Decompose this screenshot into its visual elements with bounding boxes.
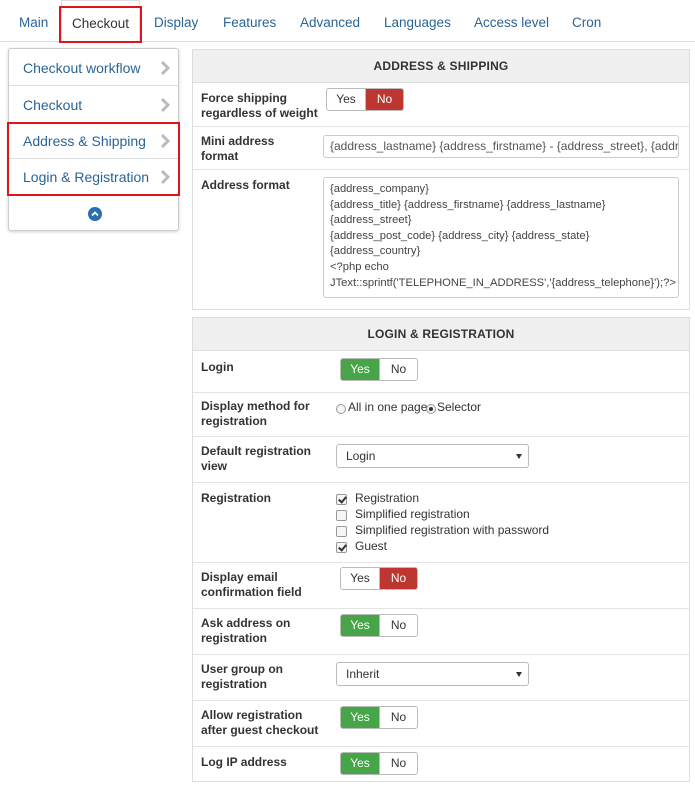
tab-features[interactable]: Features <box>223 0 276 42</box>
registration-row: Registration Registration Simplified reg… <box>193 482 689 562</box>
default-view-select[interactable]: Login <box>336 444 529 468</box>
registration-label: Registration <box>201 491 272 505</box>
tab-checkout[interactable]: Checkout <box>59 0 142 43</box>
checkbox-label: Simplified registration <box>355 507 470 521</box>
allow-after-guest-row: Allow registration after guest checkout … <box>193 700 689 746</box>
address-format-row: Address format {address_company} {addres… <box>193 169 689 309</box>
checkbox-label: Registration <box>355 491 420 505</box>
ask-address-toggle[interactable]: Yes No <box>340 614 418 637</box>
sidebar-item-checkout-workflow[interactable]: Checkout workflow <box>9 50 178 86</box>
tab-languages[interactable]: Languages <box>384 0 451 42</box>
tab-advanced[interactable]: Advanced <box>300 0 360 42</box>
chevron-right-icon <box>160 134 170 148</box>
checkbox-label: Simplified registration with password <box>355 523 550 537</box>
caret-down-icon <box>516 672 522 677</box>
log-ip-row: Log IP address Yes No <box>193 746 689 781</box>
yes-option[interactable]: Yes <box>341 359 379 380</box>
panel-title: ADDRESS & SHIPPING <box>193 50 689 83</box>
allow-after-guest-label: Allow registration after guest checkout <box>201 708 319 737</box>
sidebar-item-checkout[interactable]: Checkout <box>9 87 178 123</box>
force-shipping-toggle[interactable]: Yes No <box>326 88 404 111</box>
checkbox-simplified[interactable] <box>336 510 347 521</box>
tab-bar: Main Checkout Display Features Advanced … <box>0 0 695 43</box>
sidebar-menu: Checkout workflow Checkout Address & Shi… <box>7 48 180 231</box>
email-confirm-toggle[interactable]: Yes No <box>340 567 418 590</box>
yes-option[interactable]: Yes <box>341 707 379 728</box>
default-view-label: Default registration view <box>201 444 312 473</box>
force-shipping-label: Force shipping regardless of weight <box>201 91 318 120</box>
no-option[interactable]: No <box>379 753 417 774</box>
radio-all-in-one[interactable] <box>336 404 346 414</box>
radio-label: All in one page <box>348 400 428 414</box>
ask-address-label: Ask address on registration <box>201 616 291 645</box>
allow-after-guest-toggle[interactable]: Yes No <box>340 706 418 729</box>
user-group-row: User group on registration Inherit <box>193 654 689 700</box>
yes-option[interactable]: Yes <box>341 615 379 636</box>
user-group-select[interactable]: Inherit <box>336 662 529 686</box>
highlight-box <box>59 6 142 43</box>
select-value: Login <box>346 449 376 463</box>
yes-option[interactable]: Yes <box>341 568 379 589</box>
address-format-label: Address format <box>201 178 290 192</box>
chevron-right-icon <box>160 61 170 75</box>
no-option[interactable]: No <box>379 359 417 380</box>
mini-address-input[interactable]: {address_lastname} {address_firstname} -… <box>323 135 679 158</box>
chevron-right-icon <box>160 98 170 112</box>
login-row: Login Yes No <box>193 352 689 392</box>
address-format-textarea[interactable]: {address_company} {address_title} {addre… <box>323 177 679 298</box>
address-shipping-panel: ADDRESS & SHIPPING Force shipping regard… <box>192 49 690 310</box>
no-option[interactable]: No <box>365 89 403 110</box>
select-value: Inherit <box>346 667 380 681</box>
display-method-label: Display method for registration <box>201 399 310 428</box>
panel-title: LOGIN & REGISTRATION <box>193 318 689 351</box>
no-option[interactable]: No <box>379 568 417 589</box>
no-option[interactable]: No <box>379 707 417 728</box>
radio-selector[interactable] <box>426 404 436 414</box>
default-view-row: Default registration view Login <box>193 436 689 482</box>
email-confirm-row: Display email confirmation field Yes No <box>193 562 689 608</box>
user-group-label: User group on registration <box>201 662 284 691</box>
login-toggle[interactable]: Yes No <box>340 358 418 381</box>
yes-option[interactable]: Yes <box>341 753 379 774</box>
sidebar-item-label: Login & Registration <box>23 169 150 185</box>
login-label: Login <box>201 360 234 374</box>
force-shipping-row: Force shipping regardless of weight Yes … <box>193 84 689 126</box>
radio-label: Selector <box>437 400 482 414</box>
checkbox-registration[interactable] <box>336 494 347 505</box>
yes-option[interactable]: Yes <box>327 89 365 110</box>
sidebar-item-address-shipping[interactable]: Address & Shipping <box>9 123 178 159</box>
checkbox-label: Guest <box>355 539 388 553</box>
sidebar-item-label: Checkout workflow <box>23 60 141 76</box>
chevron-up-circle-icon[interactable] <box>88 207 102 221</box>
sidebar-item-login-registration[interactable]: Login & Registration <box>9 159 178 195</box>
mini-address-row: Mini address format {address_lastname} {… <box>193 126 689 169</box>
checkbox-simplified-password[interactable] <box>336 526 347 537</box>
login-registration-panel: LOGIN & REGISTRATION Login Yes No Displa… <box>192 317 690 782</box>
log-ip-label: Log IP address <box>201 755 287 769</box>
checkbox-guest[interactable] <box>336 542 347 553</box>
tab-display[interactable]: Display <box>154 0 198 42</box>
sidebar-item-label: Address & Shipping <box>23 133 146 149</box>
email-confirm-label: Display email confirmation field <box>201 570 302 599</box>
mini-address-label: Mini address format <box>201 134 275 163</box>
caret-down-icon <box>516 454 522 459</box>
ask-address-row: Ask address on registration Yes No <box>193 608 689 654</box>
tab-main[interactable]: Main <box>19 0 48 42</box>
tab-access-level[interactable]: Access level <box>474 0 549 42</box>
log-ip-toggle[interactable]: Yes No <box>340 752 418 775</box>
tab-cron[interactable]: Cron <box>572 0 601 42</box>
sidebar-item-label: Checkout <box>23 97 83 113</box>
display-method-row: Display method for registration All in o… <box>193 392 689 436</box>
chevron-right-icon <box>160 170 170 184</box>
no-option[interactable]: No <box>379 615 417 636</box>
